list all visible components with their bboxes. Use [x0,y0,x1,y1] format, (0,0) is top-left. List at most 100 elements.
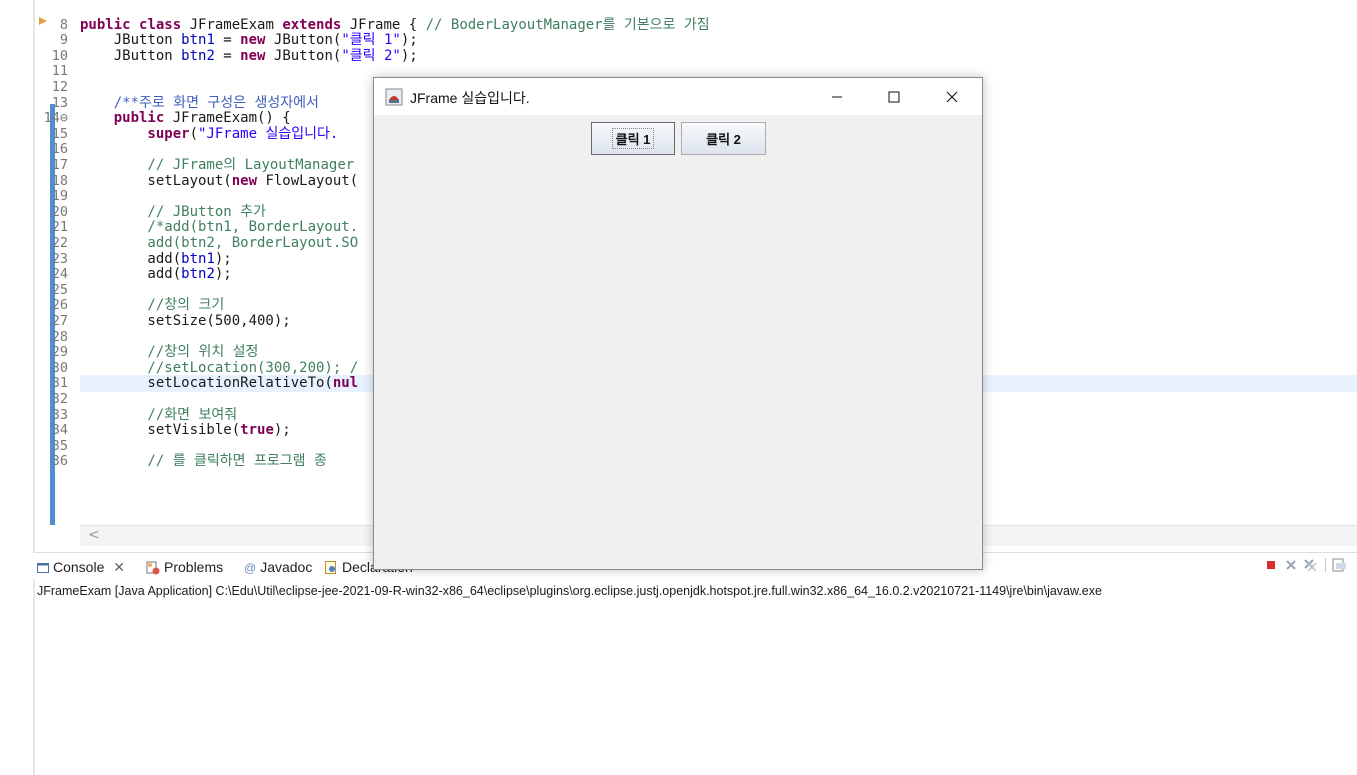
tab-javadoc[interactable]: @ Javadoc [244,557,312,577]
line-number: 9 [59,32,68,49]
code-text: /*add(btn1, BorderLayout. [80,220,358,236]
code-token: new [240,47,274,64]
code-token: setLayout( [80,172,232,189]
code-text: /**주로 화면 구성은 생성자에서 [80,94,319,112]
tab-console-label: Console [53,559,105,575]
code-token: /**주로 화면 구성은 생성자에서 [80,94,319,111]
line-number: 14⊖ [43,110,68,127]
line-number: 20 [51,203,68,220]
code-token: JFrameExam [189,16,283,33]
code-token: true [240,422,274,439]
line-number: 16 [51,141,68,158]
minimize-button[interactable] [808,78,866,115]
line-number: 11 [51,63,68,80]
code-token: JButton( [273,47,342,64]
code-token: btn1 [181,32,215,49]
line-number: 7 [40,0,68,2]
tab-console[interactable]: Console ✕ [37,557,125,577]
code-text: // JFrame의 LayoutManager [80,157,355,174]
code-token: "클릭 1" [341,32,401,49]
code-token: nul [332,375,359,392]
code-token: extends [282,16,350,33]
code-text: setVisible(true); [80,422,291,439]
code-token: // JButton 추가 [80,203,266,220]
line-number: 31 [51,375,68,392]
code-token: JButton [80,47,182,64]
code-token: JButton( [273,32,342,49]
code-token: "JFrame 실습입니다. [198,125,339,142]
line-number: 35 [51,437,68,454]
code-token: btn1 [181,250,215,267]
code-text: // JButton 추가 [80,203,266,221]
code-token: // JFrame의 LayoutManager [80,157,355,173]
code-text: super("JFrame 실습입니다. [80,125,339,143]
line-number: 27 [51,313,68,329]
maximize-button[interactable] [865,78,923,115]
jframe-window[interactable]: JFrame 실습입니다. 클릭 1 클릭 2 [373,77,983,570]
left-border [33,0,35,775]
code-text: add(btn2, BorderLayout.SO [80,235,359,252]
window-title: JFrame 실습입니다. [410,90,530,106]
line-number: 26 [51,297,68,314]
code-token: new [231,172,266,189]
code-text: add(btn2); [80,266,231,283]
code-text: setLocationRelativeTo(nul [80,376,358,392]
line-number: 23 [51,250,68,267]
code-text: add(btn1); [80,250,232,268]
code-token: setLocationRelativeTo( [80,375,333,392]
code-token: //화면 보여줘 [80,406,238,423]
close-icon [946,91,958,102]
line-number: 13 [51,94,68,111]
code-token: class [139,16,190,33]
code-token: super [80,125,190,142]
code-token: JButton [80,32,182,49]
code-text: setSize(500,400); [80,313,291,330]
code-token: public [80,110,173,127]
code-token: //창의 크기 [80,297,225,314]
code-token: add( [80,266,182,283]
click-1-button[interactable]: 클릭 1 [591,122,675,155]
code-token: ); [400,32,418,49]
code-text: JButton btn1 = new JButton("클릭 1"); [80,32,418,49]
remove-launch-icon[interactable] [1286,560,1296,570]
close-button[interactable] [923,78,981,115]
window-titlebar[interactable]: JFrame 실습입니다. [374,78,982,115]
line-number: 29 [51,344,68,361]
remove-all-icon[interactable] [1304,559,1317,572]
tab-javadoc-label: Javadoc [260,559,313,575]
declaration-icon [325,561,336,575]
code-token: add(btn2, BorderLayout.SO [80,235,359,251]
line-number: 18 [51,172,68,189]
line-number: 24 [51,266,68,283]
code-token: ); [400,47,418,64]
code-token: ); [214,250,232,267]
code-token: ); [273,422,291,439]
minimize-icon [832,96,842,97]
code-token: add( [80,250,182,267]
line-number: 28 [51,328,68,345]
line-number: 19 [51,188,68,205]
line-number: 32 [51,391,68,407]
line-number: 8 [59,16,68,33]
code-token: = [214,32,241,49]
code-text: setLayout(new FlowLayout( [80,172,358,190]
line-number: 34 [51,422,68,439]
console-icon [37,563,49,574]
code-token: setSize(500,400); [80,313,291,329]
close-icon[interactable]: ✕ [113,559,125,575]
clear-console-icon[interactable] [1332,558,1346,572]
scroll-left-icon[interactable]: < [88,527,100,543]
code-text: //화면 보여줘 [80,406,238,424]
javadoc-icon: @ [244,561,257,576]
code-token: // BoderLayoutManager를 기본으로 가짐 [425,16,710,33]
code-token: ( [189,125,199,142]
click-2-label: 클릭 2 [706,132,741,147]
line-number: 25 [51,281,68,298]
click-2-button[interactable]: 클릭 2 [681,122,766,155]
console-output: JFrameExam [Java Application] C:\Edu\Uti… [37,584,1102,598]
java-cup-icon [385,88,403,106]
line-number: 17 [51,157,68,173]
terminate-icon[interactable] [1267,561,1275,569]
line-number: 12 [51,79,68,95]
tab-problems[interactable]: Problems [146,557,223,577]
